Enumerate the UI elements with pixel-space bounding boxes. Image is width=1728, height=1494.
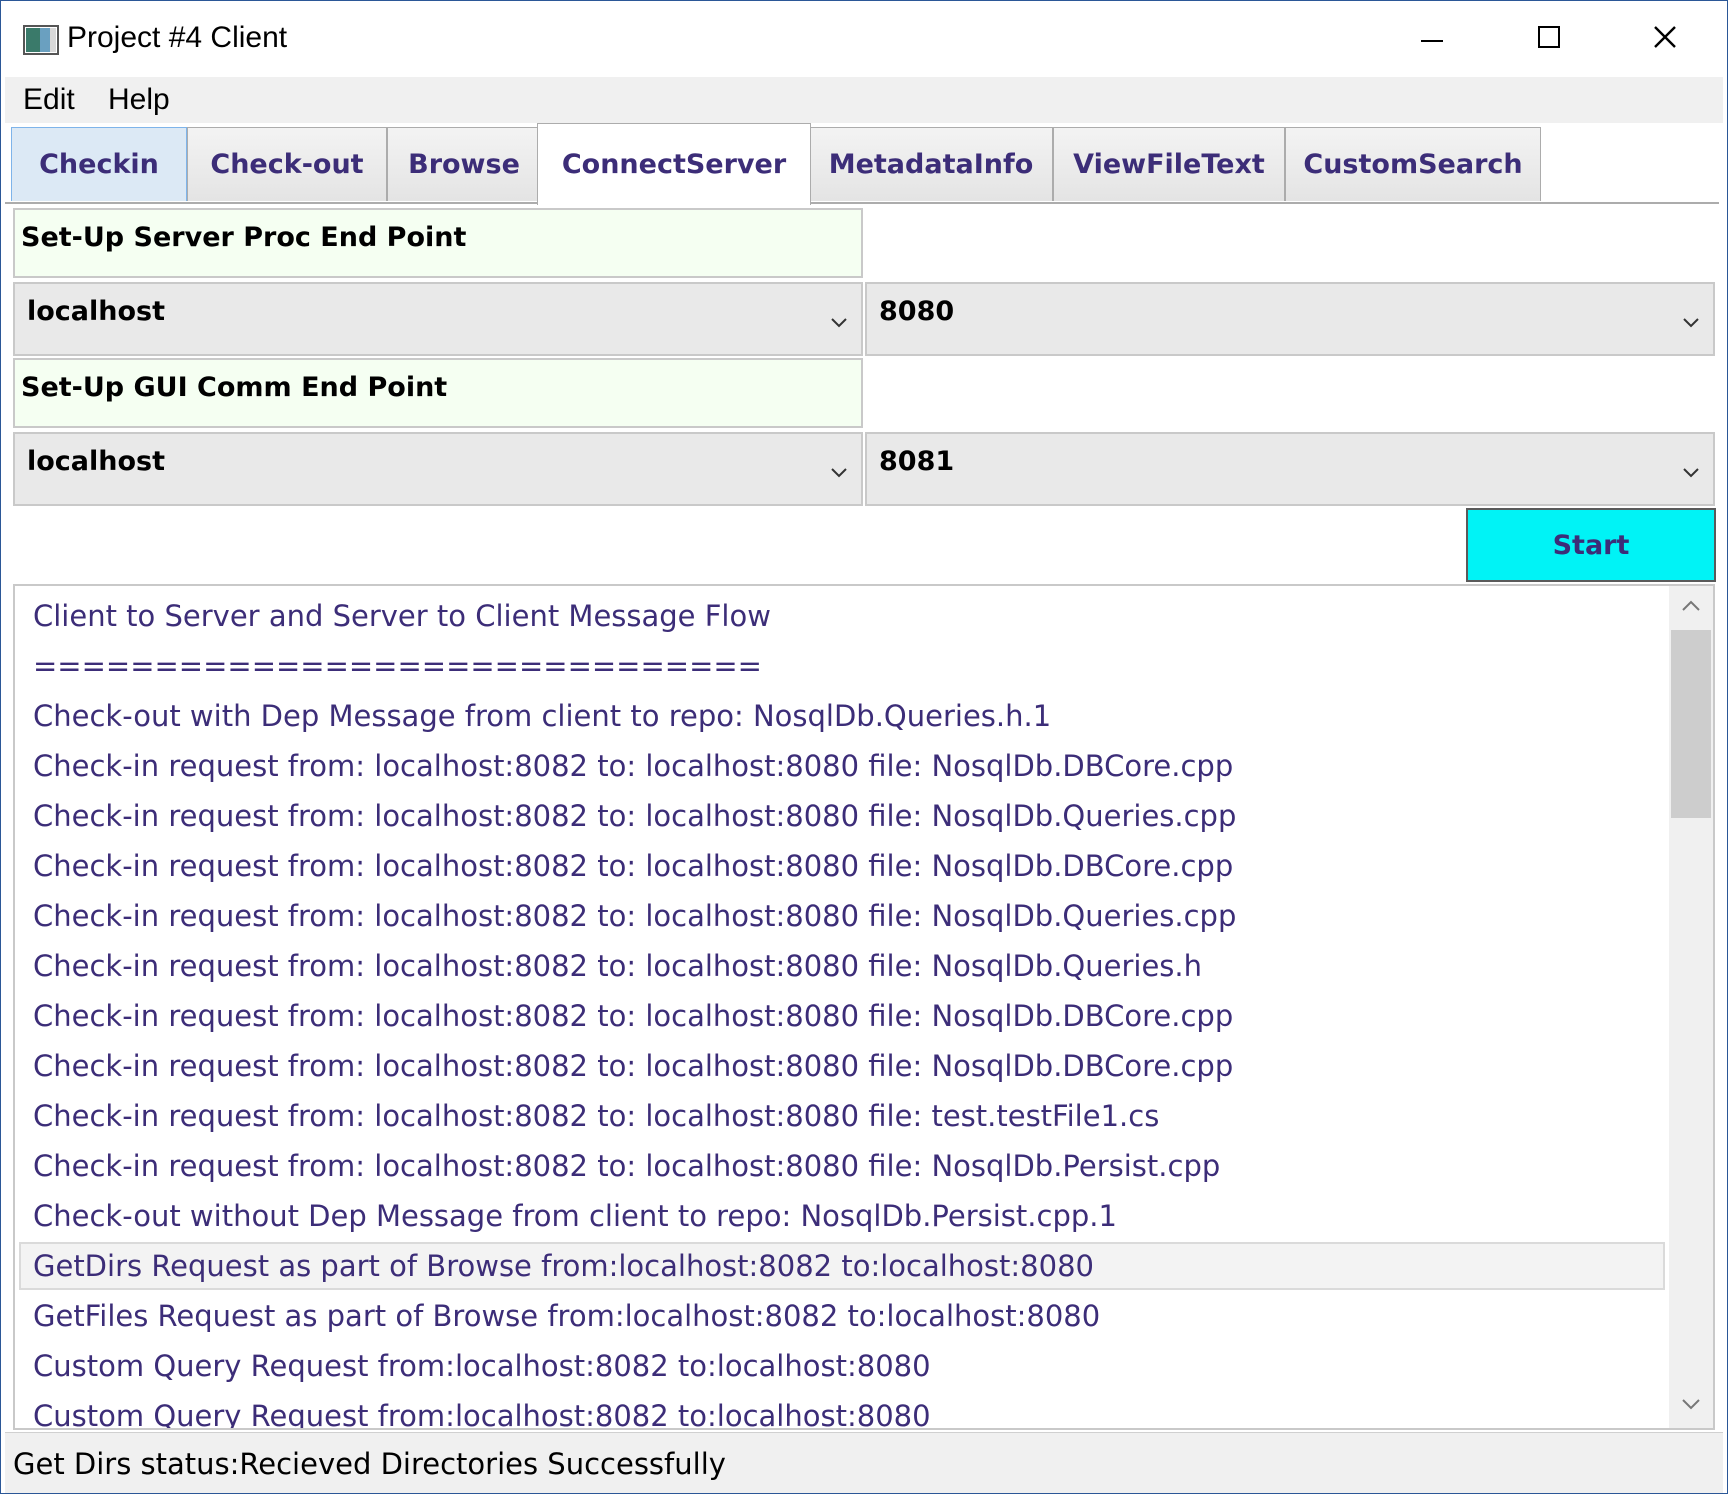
menu-help[interactable]: Help (108, 83, 170, 117)
list-item[interactable]: Client to Server and Server to Client Me… (19, 592, 1665, 640)
server-host-combo[interactable]: localhost (13, 282, 863, 356)
menu-edit[interactable]: Edit (23, 83, 75, 117)
list-item[interactable]: Check-in request from: localhost:8082 to… (19, 1042, 1665, 1090)
list-item[interactable]: Check-in request from: localhost:8082 to… (19, 742, 1665, 790)
tab-panel-border (5, 202, 1719, 204)
chevron-down-icon (1681, 1397, 1701, 1416)
minimize-icon (1421, 30, 1445, 48)
gui-endpoint-label: Set-Up GUI Comm End Point (13, 358, 863, 428)
list-item[interactable]: ============================== (19, 642, 1665, 690)
gui-port-value: 8081 (879, 446, 955, 477)
start-button[interactable]: Start (1466, 508, 1716, 582)
list-item[interactable]: Check-in request from: localhost:8082 to… (19, 792, 1665, 840)
minimize-button[interactable] (1375, 1, 1491, 77)
scroll-up-button[interactable] (1669, 586, 1713, 630)
server-endpoint-label: Set-Up Server Proc End Point (13, 208, 863, 278)
chevron-up-icon (1681, 599, 1701, 618)
list-item[interactable]: Check-in request from: localhost:8082 to… (19, 942, 1665, 990)
chevron-down-icon (1681, 458, 1701, 478)
chevron-down-icon (829, 308, 849, 328)
close-button[interactable] (1607, 1, 1723, 77)
gui-host-value: localhost (27, 446, 166, 477)
message-list-items: Client to Server and Server to Client Me… (15, 586, 1669, 1428)
status-text: Get Dirs status:Recieved Directories Suc… (13, 1447, 726, 1481)
gui-host-combo[interactable]: localhost (13, 432, 863, 506)
scrollbar-thumb[interactable] (1671, 630, 1711, 818)
tab-check-out[interactable]: Check-out (187, 127, 387, 201)
menu-bar: Edit Help (5, 77, 1723, 123)
chevron-down-icon (1681, 308, 1701, 328)
list-item[interactable]: Check-in request from: localhost:8082 to… (19, 892, 1665, 940)
server-port-combo[interactable]: 8080 (865, 282, 1715, 356)
list-item[interactable]: Custom Query Request from:localhost:8082… (19, 1342, 1665, 1390)
title-bar[interactable]: Project #4 Client (1, 1, 1727, 77)
close-icon (1653, 25, 1677, 54)
list-item[interactable]: Check-out without Dep Message from clien… (19, 1192, 1665, 1240)
tab-browse[interactable]: Browse (387, 127, 541, 201)
list-item[interactable]: GetFiles Request as part of Browse from:… (19, 1292, 1665, 1340)
server-port-value: 8080 (879, 296, 955, 327)
list-item[interactable]: Custom Query Request from:localhost:8082… (19, 1392, 1665, 1428)
tab-metadata-info[interactable]: MetadataInfo (809, 127, 1053, 201)
scroll-down-button[interactable] (1669, 1384, 1713, 1428)
status-bar: Get Dirs status:Recieved Directories Suc… (5, 1432, 1723, 1493)
maximize-button[interactable] (1491, 1, 1607, 77)
window-title: Project #4 Client (67, 21, 288, 54)
tab-strip: Checkin Check-out Browse ConnectServer M… (5, 123, 1723, 205)
vertical-scrollbar[interactable] (1669, 586, 1713, 1428)
server-host-value: localhost (27, 296, 166, 327)
app-window-icon (23, 25, 59, 55)
tab-checkin[interactable]: Checkin (11, 127, 187, 201)
tab-custom-search[interactable]: CustomSearch (1285, 127, 1541, 201)
list-item[interactable]: Check-out with Dep Message from client t… (19, 692, 1665, 740)
tab-connect-server[interactable]: ConnectServer (537, 123, 811, 205)
list-item[interactable]: Check-in request from: localhost:8082 to… (19, 1092, 1665, 1140)
list-item[interactable]: Check-in request from: localhost:8082 to… (19, 1142, 1665, 1190)
maximize-icon (1538, 25, 1560, 53)
chevron-down-icon (829, 458, 849, 478)
main-window: Project #4 Client Edit Help Checkin Chec… (0, 0, 1728, 1494)
message-list[interactable]: Client to Server and Server to Client Me… (13, 584, 1715, 1430)
list-item[interactable]: Check-in request from: localhost:8082 to… (19, 842, 1665, 890)
list-item[interactable]: Check-in request from: localhost:8082 to… (19, 992, 1665, 1040)
gui-port-combo[interactable]: 8081 (865, 432, 1715, 506)
list-item[interactable]: GetDirs Request as part of Browse from:l… (19, 1242, 1665, 1290)
tab-view-file-text[interactable]: ViewFileText (1053, 127, 1285, 201)
